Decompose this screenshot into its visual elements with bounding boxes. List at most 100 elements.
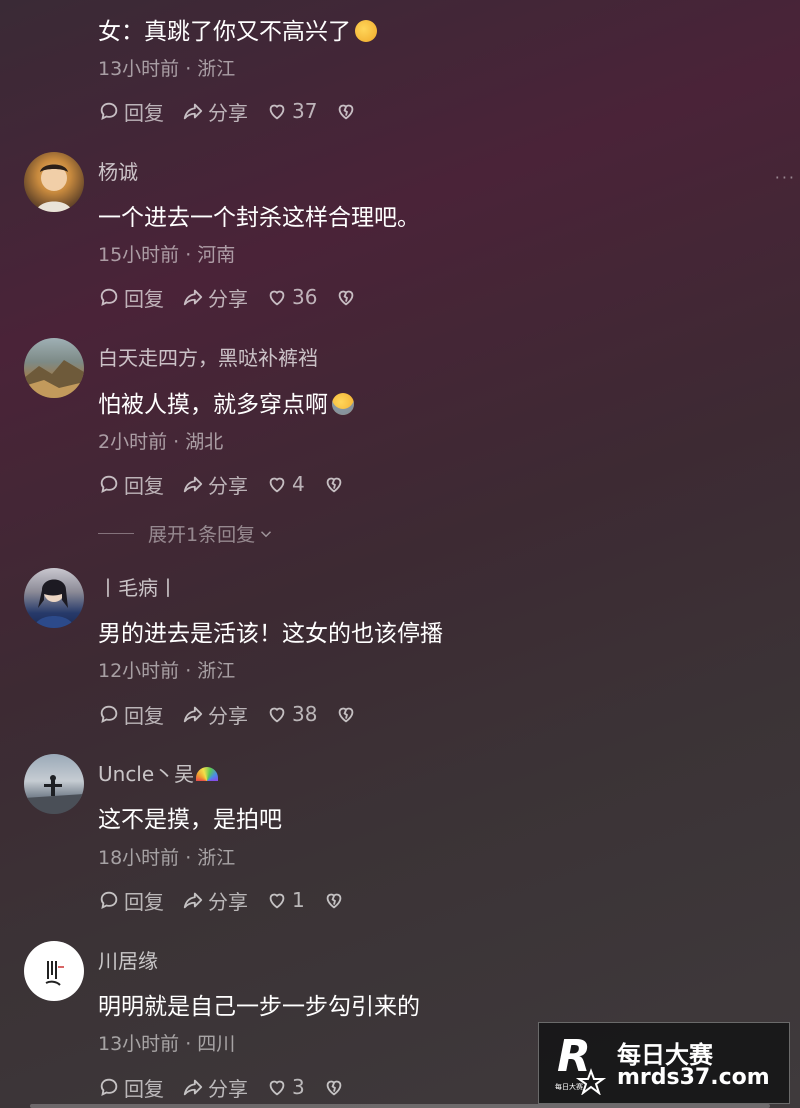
- avatar[interactable]: [24, 152, 84, 212]
- comment-bubble-icon: [100, 891, 118, 909]
- reply-button[interactable]: 回复: [98, 700, 164, 729]
- reply-label: 回复: [124, 889, 164, 914]
- logo-letter: R: [557, 1031, 591, 1082]
- comment-text: 女：真跳了你又不高兴了: [98, 19, 351, 45]
- share-arrow-icon: [183, 1079, 203, 1096]
- broken-heart-icon: [339, 290, 354, 306]
- comment-text: 男的进去是活该！这女的也该停播: [98, 621, 443, 647]
- comment-bubble-icon: [100, 705, 118, 723]
- comment-actions: 回复 分享 4: [98, 469, 367, 499]
- comment-text: 怕被人摸，就多穿点啊: [98, 392, 328, 418]
- scroll-indicator: [30, 1104, 770, 1108]
- commenter-name[interactable]: 川居缘: [98, 945, 158, 974]
- dislike-button[interactable]: [335, 100, 361, 122]
- expand-replies-label: 展开1条回复: [148, 524, 256, 546]
- dislike-button[interactable]: [335, 703, 361, 725]
- avatar[interactable]: [24, 338, 84, 398]
- share-button[interactable]: 分享: [182, 283, 248, 312]
- reply-button[interactable]: 回复: [98, 886, 164, 915]
- broken-heart-icon: [326, 893, 342, 909]
- comment-text: 明明就是自己一步一步勾引来的: [98, 994, 420, 1020]
- rofl-emoji: [332, 393, 354, 415]
- comment-meta: 13小时前 · 浙江: [98, 58, 236, 80]
- share-button[interactable]: 分享: [182, 886, 248, 915]
- reply-button[interactable]: 回复: [98, 1073, 164, 1102]
- comment-actions: 回复 分享 1: [98, 885, 367, 915]
- comment-meta: 15小时前 · 河南: [98, 244, 236, 266]
- share-button[interactable]: 分享: [182, 470, 248, 499]
- brand-logo-icon: R 每日大赛: [555, 1031, 609, 1096]
- like-button[interactable]: 4: [266, 472, 305, 496]
- like-count: 37: [292, 99, 318, 123]
- commenter-name[interactable]: 杨诚: [98, 156, 138, 185]
- avatar-image: [24, 360, 84, 398]
- reply-label: 回复: [124, 286, 164, 311]
- share-arrow-icon: [183, 289, 203, 306]
- like-count: 1: [292, 888, 305, 912]
- comment-bubble-icon: [100, 475, 118, 493]
- share-arrow-icon: [183, 476, 203, 493]
- like-count: 36: [292, 285, 318, 309]
- more-options-icon[interactable]: ···: [775, 168, 796, 187]
- reply-label: 回复: [124, 473, 164, 498]
- avatar-image: [34, 579, 74, 628]
- like-count: 3: [292, 1075, 305, 1099]
- avatar-image: [36, 164, 72, 212]
- avatar[interactable]: [24, 754, 84, 814]
- expand-replies-button[interactable]: 展开1条回复: [98, 520, 275, 547]
- comment-actions: 回复 分享 38: [98, 699, 379, 729]
- share-arrow-icon: [183, 706, 203, 723]
- share-label: 分享: [208, 1076, 248, 1101]
- broken-heart-icon: [339, 104, 354, 120]
- comment-bubble-icon: [100, 288, 118, 306]
- comment-meta: 18小时前 · 浙江: [98, 847, 236, 869]
- broken-heart-icon: [326, 477, 342, 493]
- chevron-down-icon: [261, 530, 272, 537]
- reply-label: 回复: [124, 100, 164, 125]
- comment-actions: 回复 分享 3: [98, 1072, 367, 1102]
- comment-bubble-icon: [100, 1078, 118, 1096]
- commenter-name[interactable]: 白天走四方，黑哒补裤裆: [98, 342, 318, 371]
- like-button[interactable]: 38: [266, 702, 317, 726]
- avatar-image: [45, 961, 64, 986]
- like-button[interactable]: 1: [266, 888, 305, 912]
- like-button[interactable]: 3: [266, 1075, 305, 1099]
- heart-icon: [269, 477, 285, 493]
- like-button[interactable]: 36: [266, 285, 317, 309]
- dislike-button[interactable]: [323, 473, 349, 495]
- avatar[interactable]: [24, 568, 84, 628]
- dislike-button[interactable]: [323, 1076, 349, 1098]
- avatar-image: [24, 775, 84, 814]
- reply-button[interactable]: 回复: [98, 470, 164, 499]
- heart-icon: [269, 1080, 285, 1096]
- comment-actions: 回复 分享 36: [98, 282, 379, 312]
- comment-bubble-icon: [100, 102, 118, 120]
- like-button[interactable]: 37: [266, 99, 317, 123]
- share-label: 分享: [208, 100, 248, 125]
- comment-meta: 13小时前 · 四川: [98, 1033, 236, 1055]
- commenter-name[interactable]: 丨毛病丨: [98, 572, 178, 601]
- reply-button[interactable]: 回复: [98, 283, 164, 312]
- share-button[interactable]: 分享: [182, 1073, 248, 1102]
- reply-button[interactable]: 回复: [98, 97, 164, 126]
- dislike-button[interactable]: [335, 286, 361, 308]
- share-arrow-icon: [183, 103, 203, 120]
- heart-icon: [269, 893, 285, 909]
- heart-icon: [269, 707, 285, 723]
- like-count: 4: [292, 472, 305, 496]
- avatar[interactable]: [24, 941, 84, 1001]
- broken-heart-icon: [339, 707, 354, 723]
- heart-icon: [269, 290, 285, 306]
- dislike-button[interactable]: [323, 889, 349, 911]
- share-button[interactable]: 分享: [182, 700, 248, 729]
- share-label: 分享: [208, 889, 248, 914]
- share-label: 分享: [208, 473, 248, 498]
- rainbow-emoji: [196, 767, 219, 781]
- broken-heart-icon: [326, 1080, 342, 1096]
- thinking-emoji: [355, 20, 377, 42]
- share-button[interactable]: 分享: [182, 97, 248, 126]
- commenter-name[interactable]: Uncle丶吴: [98, 762, 194, 786]
- comment-actions: 回复 分享 37: [98, 96, 379, 126]
- watermark-site: mrds37.com: [617, 1065, 770, 1090]
- comment-meta: 2小时前 · 湖北: [98, 431, 224, 453]
